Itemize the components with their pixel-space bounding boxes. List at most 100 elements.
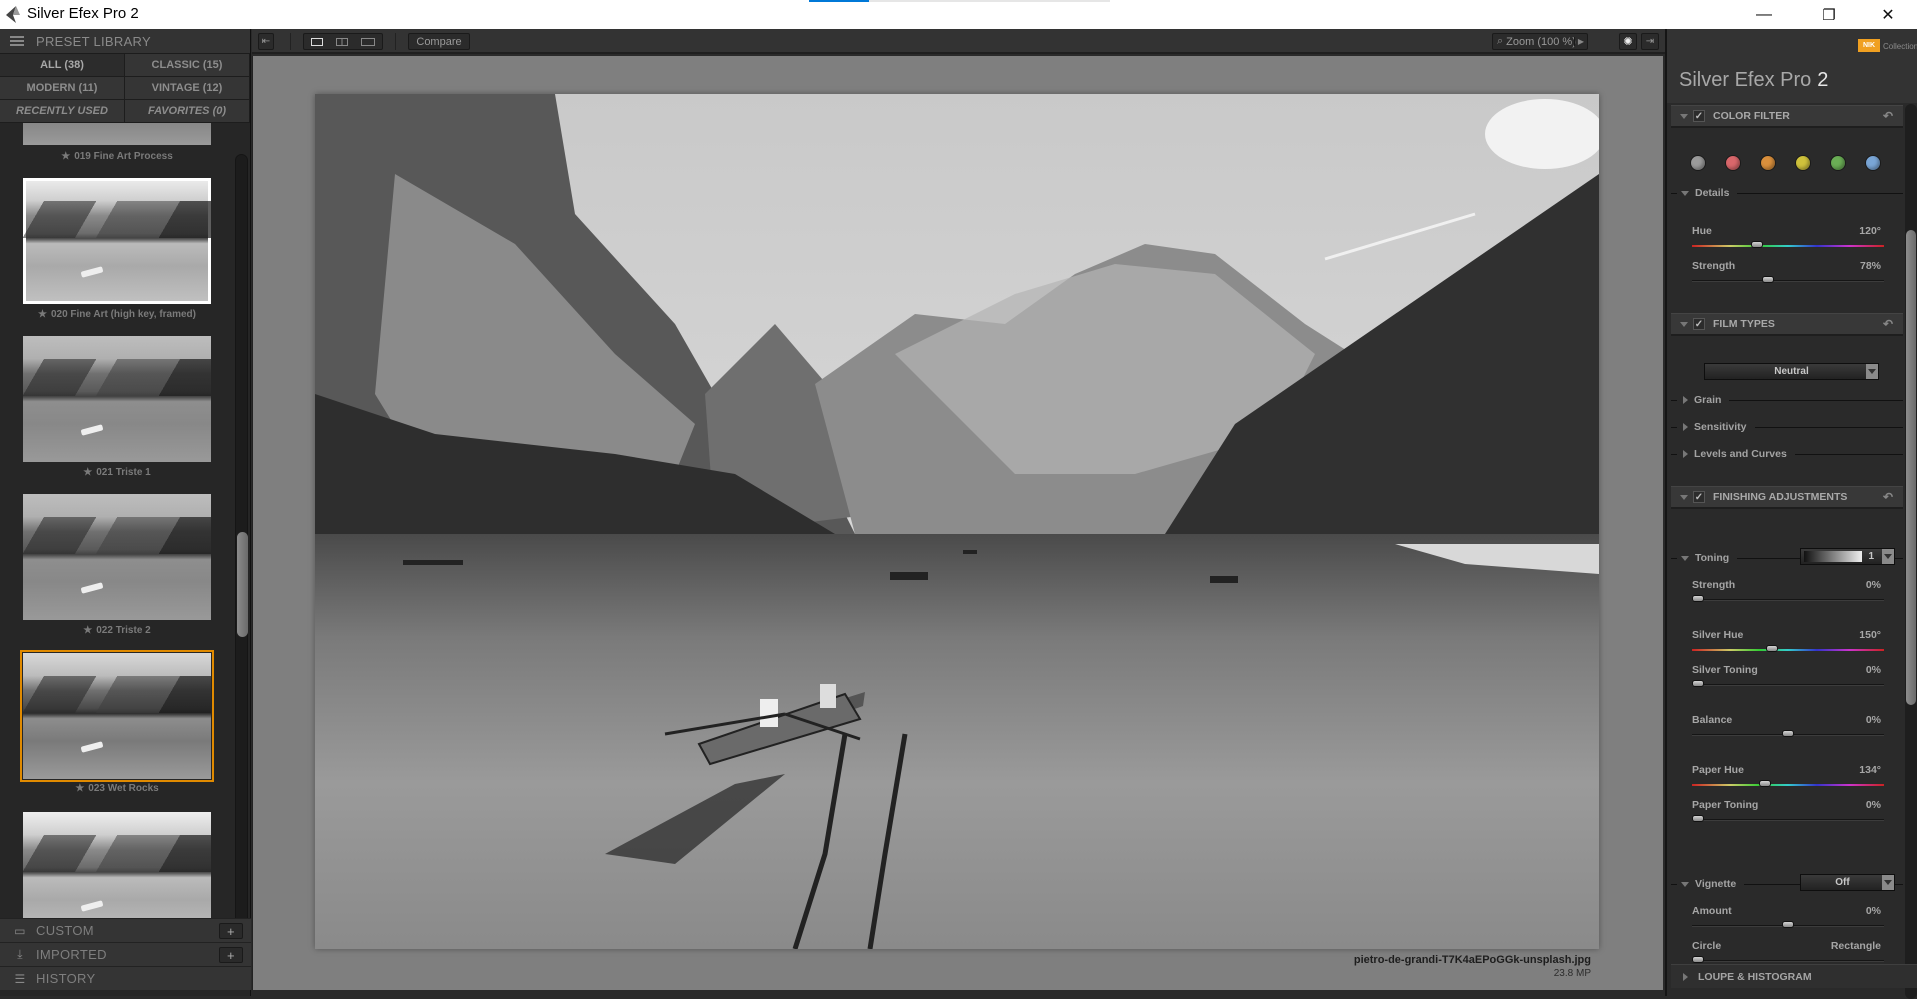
reset-undo-icon[interactable]: ↶ (1883, 317, 1893, 331)
color-swatch[interactable] (1690, 155, 1706, 171)
adjustments-scrollbar[interactable] (1905, 104, 1917, 999)
preset-thumbnail[interactable] (23, 336, 211, 462)
color-swatch[interactable] (1725, 155, 1741, 171)
silver-hue-slider[interactable] (1692, 645, 1884, 652)
add-custom-button[interactable]: + (219, 923, 243, 939)
zoom-button[interactable]: ⌕ Zoom (100 %) ▶ (1492, 33, 1588, 50)
dropdown-arrow-icon[interactable] (1882, 549, 1894, 564)
collapse-triangle-icon[interactable] (1680, 494, 1688, 500)
slider-knob[interactable] (1765, 645, 1778, 652)
preset-thumbnail[interactable] (23, 812, 211, 918)
minimize-button[interactable]: — (1741, 0, 1787, 29)
collapse-triangle-icon[interactable] (1680, 113, 1688, 119)
color-filter-section-header[interactable]: ✓ COLOR FILTER ↶ (1671, 105, 1903, 128)
color-swatch[interactable] (1830, 155, 1846, 171)
film-types-section-header[interactable]: ✓ FILM TYPES ↶ (1671, 313, 1903, 336)
history-section[interactable]: ☰ HISTORY (0, 966, 251, 990)
preset-thumbnail[interactable] (23, 178, 211, 304)
sensitivity-subsection[interactable]: Sensitivity (1671, 420, 1903, 434)
star-icon[interactable]: ★ (38, 309, 47, 320)
paper-hue-slider[interactable] (1692, 780, 1884, 787)
toggle-left-panel-button[interactable]: ⇤ (258, 33, 274, 50)
preview-canvas[interactable]: pietro-de-grandi-T7K4aEPoGGk-unsplash.jp… (252, 56, 1663, 990)
slider-knob[interactable] (1758, 780, 1771, 787)
background-light-button[interactable]: ✺ (1619, 33, 1637, 50)
details-subsection[interactable]: Details (1671, 186, 1903, 200)
star-icon[interactable]: ★ (83, 467, 92, 478)
strength-slider[interactable] (1692, 595, 1884, 602)
tab-modern[interactable]: MODERN (11) (0, 77, 125, 100)
strength-slider[interactable] (1692, 276, 1884, 283)
preset-label[interactable]: ★ 019 Fine Art Process (0, 151, 234, 162)
dropdown-arrow-icon[interactable] (1866, 364, 1878, 379)
tab-recently-used[interactable]: RECENTLY USED (0, 100, 125, 123)
slider-knob[interactable] (1692, 815, 1704, 822)
slider-knob[interactable] (1762, 276, 1775, 283)
star-icon[interactable]: ★ (83, 625, 92, 636)
levels-curves-subsection[interactable]: Levels and Curves (1671, 447, 1903, 461)
collapse-triangle-icon[interactable] (1680, 321, 1688, 327)
split-view-icon[interactable] (335, 37, 348, 46)
imported-label: IMPORTED (36, 947, 107, 962)
close-button[interactable]: ✕ (1865, 0, 1911, 29)
tab-vintage[interactable]: VINTAGE (12) (125, 77, 250, 100)
toggle-right-panel-button[interactable]: ⇥ (1641, 33, 1659, 50)
reset-undo-icon[interactable]: ↶ (1883, 490, 1893, 504)
vignette-shape-slider[interactable] (1692, 956, 1884, 963)
color-swatch[interactable] (1795, 155, 1811, 171)
preset-thumbnail[interactable] (23, 123, 211, 145)
preset-list: ★ 019 Fine Art Process ★ 020 Fine Art (hig… (0, 123, 234, 918)
grain-subsection[interactable]: Grain (1671, 393, 1903, 407)
compare-button[interactable]: Compare (408, 33, 470, 50)
preset-thumbnail[interactable] (23, 494, 211, 620)
star-icon[interactable]: ★ (75, 783, 84, 794)
slider-knob[interactable] (1692, 680, 1704, 687)
single-view-icon[interactable] (310, 37, 323, 46)
paper-toning-slider[interactable] (1692, 815, 1884, 822)
zoom-arrow-icon[interactable]: ▶ (1574, 37, 1587, 46)
preset-label[interactable]: ★ 023 Wet Rocks (0, 783, 234, 794)
tab-all[interactable]: ALL (38) (0, 54, 125, 77)
film-type-dropdown[interactable]: Neutral (1704, 363, 1879, 380)
preset-label[interactable]: ★ 020 Fine Art (high key, framed) (0, 309, 234, 320)
slider-knob[interactable] (1692, 956, 1704, 963)
silver-toning-slider[interactable] (1692, 680, 1884, 687)
tab-favorites[interactable]: FAVORITES (0) (125, 100, 250, 123)
scrollbar-thumb[interactable] (237, 531, 248, 637)
vignette-preset-dropdown[interactable]: Off (1800, 874, 1895, 891)
slider-knob[interactable] (1692, 595, 1704, 602)
hue-slider[interactable] (1692, 241, 1884, 248)
balance-slider[interactable] (1692, 730, 1884, 737)
dropdown-arrow-icon[interactable] (1882, 875, 1894, 890)
brand-header: NIK Collection Silver Efex Pro 2 (1667, 29, 1917, 103)
color-swatch[interactable] (1760, 155, 1776, 171)
finishing-checkbox[interactable]: ✓ (1693, 491, 1705, 503)
scrollbar-thumb[interactable] (1906, 230, 1916, 705)
preset-list-scrollbar[interactable] (235, 154, 248, 944)
film-types-checkbox[interactable]: ✓ (1693, 318, 1705, 330)
color-swatch[interactable] (1865, 155, 1881, 171)
slider-knob[interactable] (1782, 730, 1794, 737)
star-icon[interactable]: ★ (61, 151, 70, 162)
vignette-amount-slider[interactable] (1692, 921, 1884, 928)
toolbar: ⇤ Compare ⌕ Zoom (100 %) ▶ ✺ ⇥ (252, 29, 1665, 54)
finishing-adjustments-section-header[interactable]: ✓ FINISHING ADJUSTMENTS ↶ (1671, 486, 1903, 509)
preset-thumbnail-selected[interactable] (20, 650, 214, 782)
tab-classic[interactable]: CLASSIC (15) (125, 54, 250, 77)
add-imported-button[interactable]: + (219, 947, 243, 963)
loupe-histogram-section-header[interactable]: LOUPE & HISTOGRAM (1671, 964, 1917, 988)
side-by-side-icon[interactable] (361, 37, 376, 46)
slider-knob[interactable] (1751, 241, 1764, 248)
preset-label[interactable]: ★ 021 Triste 1 (0, 467, 234, 478)
preset-label[interactable]: ★ 022 Triste 2 (0, 625, 234, 636)
restore-button[interactable]: ❐ (1806, 0, 1852, 29)
reset-undo-icon[interactable]: ↶ (1883, 109, 1893, 123)
slider-knob[interactable] (1782, 921, 1794, 928)
view-mode-group (303, 33, 383, 50)
color-filter-checkbox[interactable]: ✓ (1693, 110, 1705, 122)
preset-library-header[interactable]: PRESET LIBRARY (0, 29, 250, 54)
toning-preset-dropdown[interactable]: 1 (1800, 548, 1895, 565)
preview-image[interactable] (315, 94, 1599, 949)
custom-section[interactable]: ▭ CUSTOM + (0, 918, 251, 942)
imported-section[interactable]: ⤓ IMPORTED + (0, 942, 251, 966)
